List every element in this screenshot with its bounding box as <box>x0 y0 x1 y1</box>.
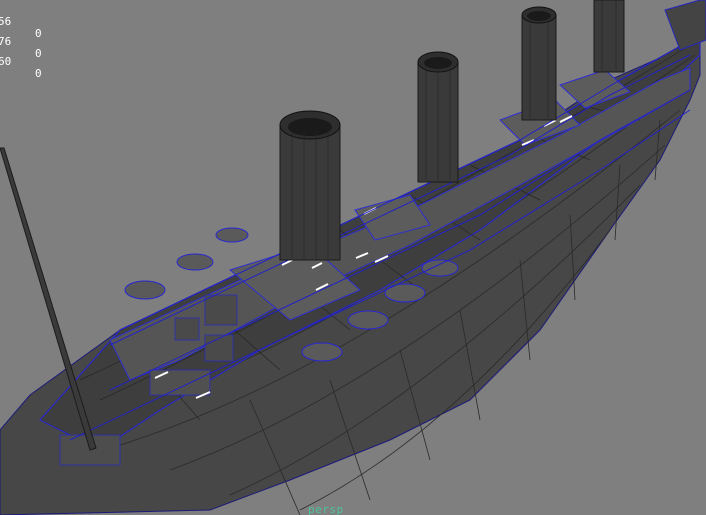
3d-scene[interactable] <box>0 0 706 515</box>
hud-value: 60 <box>0 55 12 68</box>
funnel-2[interactable] <box>417 51 459 183</box>
camera-label: persp <box>308 503 344 515</box>
funnel-1[interactable] <box>279 110 341 261</box>
cabin-block[interactable] <box>174 317 200 341</box>
funnel-3[interactable] <box>521 6 557 121</box>
cabin-block[interactable] <box>149 369 211 396</box>
maya-viewport[interactable]: 56 0 76 0 60 0 persp <box>0 0 706 515</box>
cabin-block[interactable] <box>204 294 238 326</box>
hud-row: 60 0 <box>0 44 42 92</box>
funnel-4[interactable] <box>593 0 625 73</box>
hud-secondary: 0 <box>35 67 42 80</box>
